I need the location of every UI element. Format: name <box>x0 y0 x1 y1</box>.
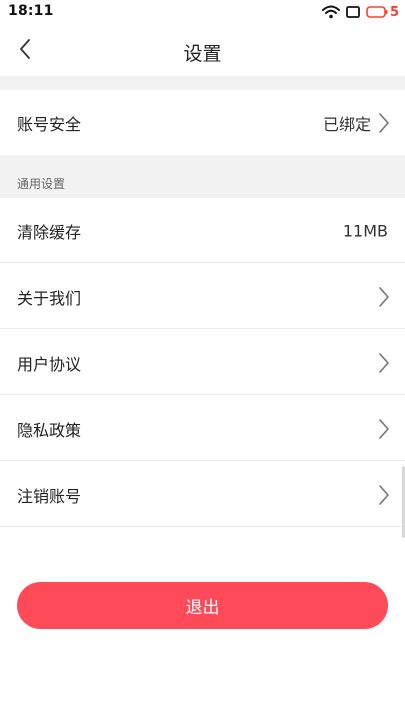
logout-button[interactable]: 退出 <box>17 582 388 629</box>
screen-icon <box>346 6 360 18</box>
page-title: 设置 <box>183 43 222 65</box>
about-us-label: 关于我们 <box>17 288 82 308</box>
divider <box>0 460 405 461</box>
divider <box>0 526 405 527</box>
nav-bar: 设置 <box>0 24 405 76</box>
user-agreement-label: 用户协议 <box>17 354 82 374</box>
divider <box>0 262 405 263</box>
status-icons: 5 <box>321 3 399 21</box>
user-agreement-row[interactable]: 用户协议 <box>0 330 405 395</box>
delete-account-label: 注销账号 <box>17 486 82 506</box>
account-security-row[interactable]: 账号安全 已绑定 <box>0 90 405 155</box>
account-security-status: 已绑定 <box>322 114 371 134</box>
chevron-right-icon <box>378 352 390 373</box>
privacy-policy-label: 隐私政策 <box>17 420 82 440</box>
section-header-general: 通用设置 <box>0 155 405 198</box>
divider <box>0 328 405 329</box>
status-bar: 18:11 5 <box>0 0 405 24</box>
wifi-icon <box>321 5 340 19</box>
chevron-right-icon <box>378 484 390 505</box>
cache-size: 11MB <box>342 221 388 240</box>
delete-account-row[interactable]: 注销账号 <box>0 462 405 527</box>
about-us-row[interactable]: 关于我们 <box>0 264 405 329</box>
battery-icon <box>366 6 388 18</box>
privacy-policy-row[interactable]: 隐私政策 <box>0 396 405 461</box>
account-security-label: 账号安全 <box>17 114 82 134</box>
section-title: 通用设置 <box>17 177 66 191</box>
clear-cache-row[interactable]: 清除缓存 11MB <box>0 198 405 263</box>
divider <box>0 394 405 395</box>
clear-cache-label: 清除缓存 <box>17 222 82 242</box>
battery-level: 5 <box>389 4 399 20</box>
chevron-right-icon <box>378 286 390 307</box>
chevron-right-icon <box>378 112 390 133</box>
chevron-right-icon <box>378 418 390 439</box>
section-gap <box>0 76 405 90</box>
status-time: 18:11 <box>8 3 54 19</box>
